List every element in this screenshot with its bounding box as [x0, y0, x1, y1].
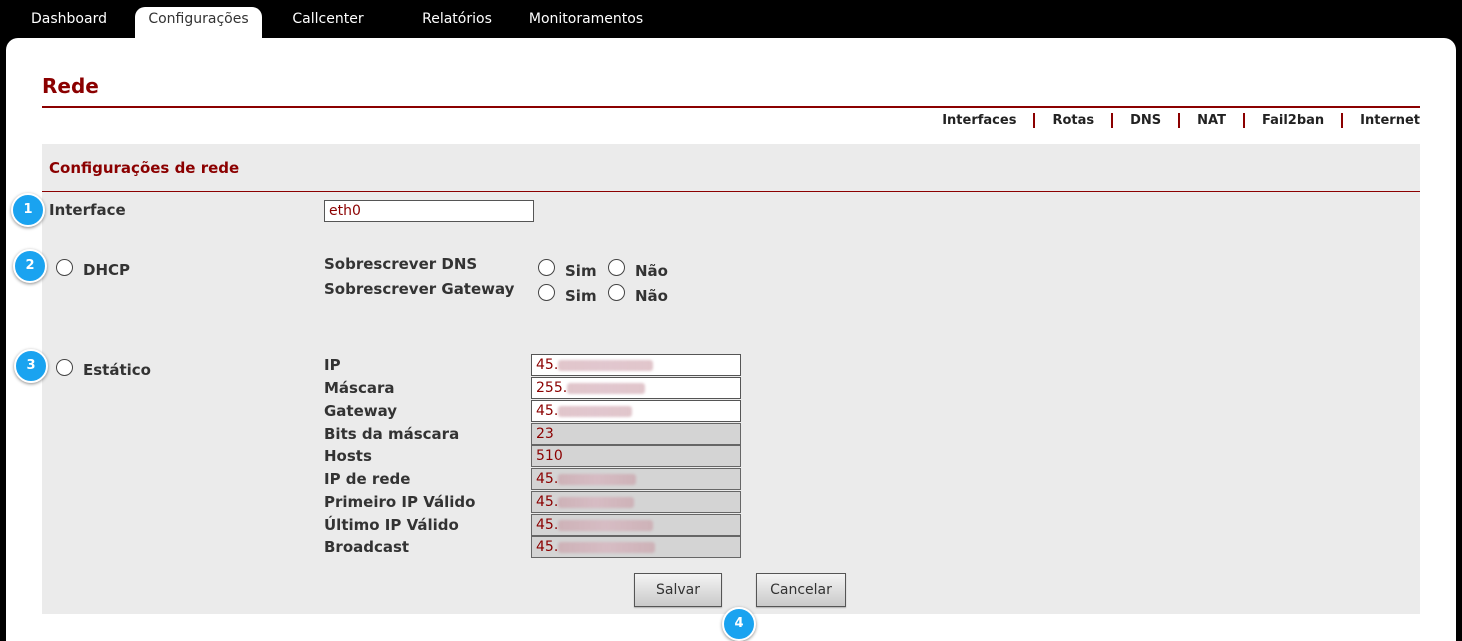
first-valid-ip-label: Primeiro IP Válido — [324, 493, 476, 511]
tab-dashboard[interactable]: Dashboard — [20, 7, 118, 38]
cancel-button[interactable]: Cancelar — [756, 573, 846, 607]
broadcast-value: 45. — [536, 539, 559, 555]
broadcast-label: Broadcast — [324, 538, 410, 556]
dhcp-label: DHCP — [83, 261, 131, 279]
mask-bits-value: 23 — [531, 423, 741, 445]
override-dns-yes-label: Sim — [565, 262, 597, 280]
ip-label: IP — [324, 356, 341, 374]
redacted-mark — [567, 382, 646, 394]
first-valid-ip-field: 45. — [531, 491, 741, 513]
subnav-separator — [1178, 112, 1181, 128]
redacted-mark — [558, 473, 637, 485]
annotation-badge-4: 4 — [722, 607, 756, 641]
gateway-value: 45. — [536, 403, 559, 419]
gateway-label: Gateway — [324, 402, 398, 420]
override-dns-no-label: Não — [635, 262, 668, 280]
section-divider — [42, 191, 1420, 192]
subnav-internet[interactable]: Internet — [1360, 113, 1420, 128]
subnav-separator — [1341, 112, 1344, 128]
override-dns-yes-radio[interactable] — [538, 259, 555, 276]
dhcp-radio[interactable] — [56, 259, 73, 276]
interface-label: Interface — [49, 201, 126, 219]
tab-relatorios[interactable]: Relatórios — [410, 7, 504, 38]
last-valid-ip-value: 45. — [536, 517, 559, 533]
subnav-separator — [1242, 112, 1245, 128]
broadcast-field: 45. — [531, 536, 741, 558]
top-navigation: Dashboard Configurações Callcenter Relat… — [0, 0, 1462, 38]
tab-configuracoes[interactable]: Configurações — [135, 7, 262, 38]
network-ip-value: 45. — [536, 471, 559, 487]
subnav-dns[interactable]: DNS — [1130, 113, 1161, 128]
first-valid-ip-value: 45. — [536, 494, 559, 510]
interface-input[interactable]: eth0 — [324, 200, 534, 222]
subnav-nat[interactable]: NAT — [1197, 113, 1226, 128]
override-gateway-yes-radio[interactable] — [538, 284, 555, 301]
mask-value: 255. — [536, 380, 568, 396]
annotation-badge-1: 1 — [11, 193, 45, 227]
last-valid-ip-field: 45. — [531, 514, 741, 536]
override-dns-label: Sobrescrever DNS — [324, 255, 478, 273]
last-valid-ip-label: Último IP Válido — [324, 516, 459, 534]
subnav-interfaces[interactable]: Interfaces — [942, 113, 1016, 128]
hosts-label: Hosts — [324, 447, 372, 465]
hosts-value: 510 — [531, 445, 741, 467]
override-gateway-no-radio[interactable] — [608, 284, 625, 301]
network-ip-label: IP de rede — [324, 470, 411, 488]
redacted-mark — [558, 359, 654, 371]
redacted-mark — [558, 541, 656, 553]
static-radio[interactable] — [56, 359, 73, 376]
mask-label: Máscara — [324, 379, 395, 397]
subnav-rotas[interactable]: Rotas — [1052, 113, 1094, 128]
mask-bits-label: Bits da máscara — [324, 425, 460, 443]
static-label: Estático — [83, 361, 151, 379]
override-gateway-yes-label: Sim — [565, 287, 597, 305]
ip-input[interactable]: 45. — [531, 354, 741, 376]
subnav-separator — [1111, 112, 1114, 128]
ip-value: 45. — [536, 357, 559, 373]
redacted-mark — [558, 519, 654, 531]
annotation-badge-2: 2 — [13, 249, 47, 283]
override-gateway-no-label: Não — [635, 287, 668, 305]
redacted-mark — [558, 496, 635, 508]
mask-input[interactable]: 255. — [531, 377, 741, 399]
subnav-fail2ban[interactable]: Fail2ban — [1262, 113, 1324, 128]
save-button[interactable]: Salvar — [634, 573, 722, 607]
tab-monitoramentos[interactable]: Monitoramentos — [520, 7, 652, 38]
override-gateway-label: Sobrescrever Gateway — [324, 280, 515, 298]
gateway-input[interactable]: 45. — [531, 400, 741, 422]
override-dns-no-radio[interactable] — [608, 259, 625, 276]
annotation-badge-3: 3 — [14, 349, 48, 383]
title-divider — [42, 106, 1420, 108]
redacted-mark — [558, 405, 633, 417]
tab-callcenter[interactable]: Callcenter — [280, 7, 376, 38]
section-title: Configurações de rede — [49, 159, 240, 177]
subnav-separator — [1033, 112, 1036, 128]
network-ip-field: 45. — [531, 468, 741, 490]
network-subnav: Interfaces Rotas DNS NAT Fail2ban Intern… — [942, 111, 1420, 129]
page-title: Rede — [42, 74, 99, 98]
